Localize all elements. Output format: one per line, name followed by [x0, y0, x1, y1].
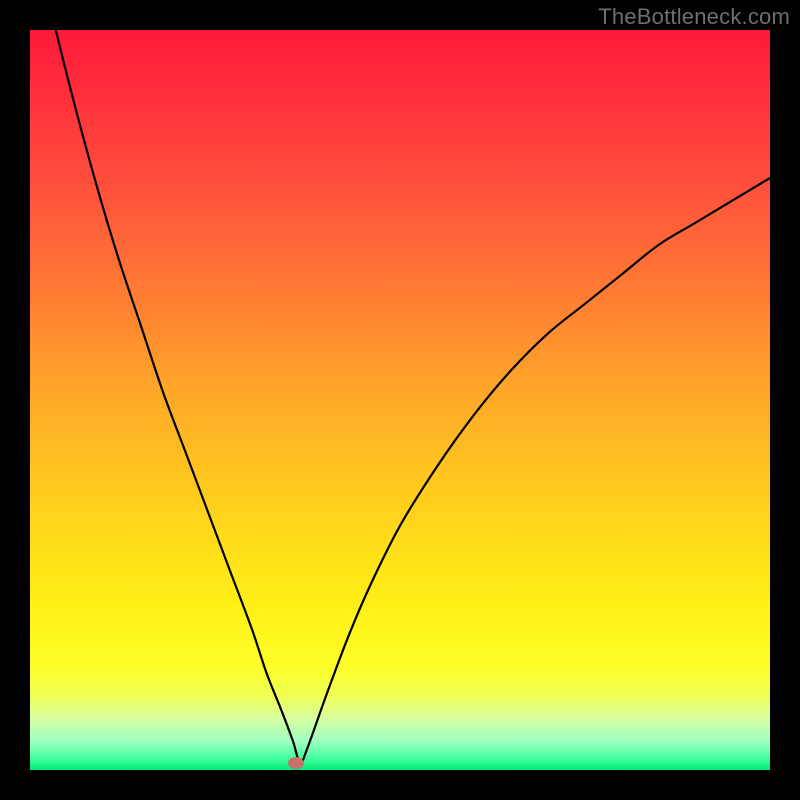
plot-area: [30, 30, 770, 770]
chart-frame: TheBottleneck.com: [0, 0, 800, 800]
watermark-label: TheBottleneck.com: [598, 4, 790, 30]
bottleneck-curve: [30, 30, 770, 763]
curve-svg: [30, 30, 770, 770]
optimum-marker: [288, 757, 304, 769]
